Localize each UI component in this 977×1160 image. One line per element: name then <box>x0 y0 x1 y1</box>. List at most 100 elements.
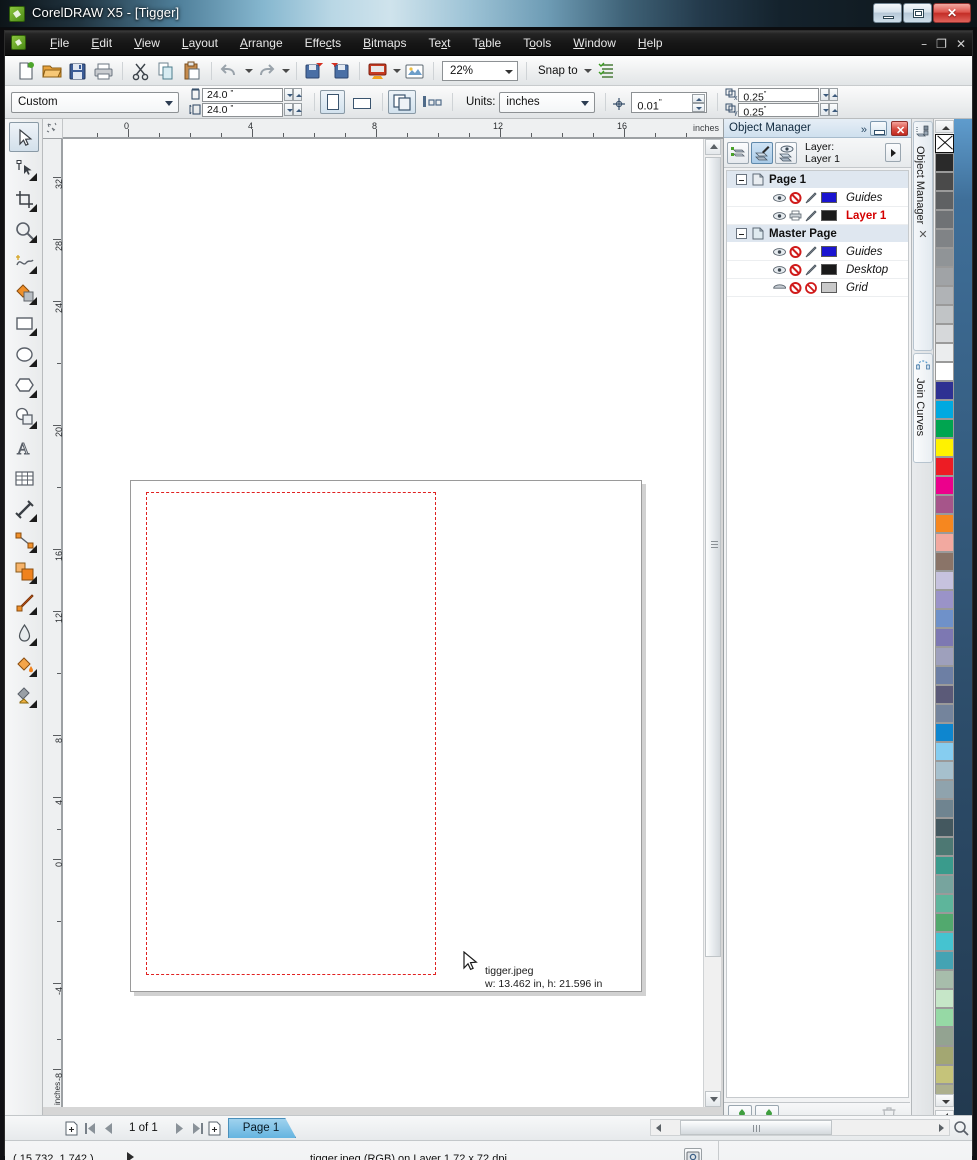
horizontal-scroll-thumb[interactable] <box>680 1120 832 1135</box>
snap-to-label[interactable]: Snap to <box>538 65 578 77</box>
mdi-minimize-button[interactable]: – <box>921 37 927 51</box>
layer-manager-view-button[interactable] <box>775 141 797 164</box>
palette-swatch[interactable] <box>935 438 954 457</box>
palette-swatch[interactable] <box>935 1027 954 1046</box>
table-tool[interactable] <box>9 463 39 493</box>
all-pages-icon[interactable] <box>388 90 416 114</box>
corel-connect-icon[interactable] <box>402 59 428 83</box>
zoom-level-combo[interactable]: 22% <box>442 60 518 81</box>
undo-icon[interactable] <box>217 59 243 83</box>
show-object-properties-button[interactable] <box>727 141 749 164</box>
window-minimize-button[interactable] <box>873 3 902 23</box>
vertical-scroll-thumb[interactable] <box>705 157 721 957</box>
pencil-icon[interactable] <box>805 191 817 204</box>
palette-swatch[interactable] <box>935 419 954 438</box>
palette-swatch[interactable] <box>935 1008 954 1027</box>
side-tab-object-manager[interactable]: Object Manager ✕ <box>913 121 933 351</box>
palette-swatch[interactable] <box>935 381 954 400</box>
add-page-before-icon[interactable] <box>63 1119 81 1137</box>
units-dropdown-arrow[interactable] <box>581 100 590 106</box>
save-icon[interactable] <box>65 59 91 83</box>
menu-layout[interactable]: Layout <box>171 31 229 56</box>
palette-swatch[interactable] <box>935 476 954 495</box>
ellipse-tool[interactable] <box>9 339 39 369</box>
canvas-vertical-scrollbar[interactable] <box>703 139 721 1107</box>
hscroll-left-arrow[interactable] <box>651 1120 666 1135</box>
freehand-tool[interactable] <box>9 246 39 276</box>
tree-item-page1-layer1[interactable]: Layer 1 <box>727 207 908 225</box>
palette-swatch[interactable] <box>935 970 954 989</box>
color-eyedropper-tool[interactable] <box>9 587 39 617</box>
palette-swatch[interactable] <box>935 932 954 951</box>
palette-swatch[interactable] <box>935 647 954 666</box>
mdi-close-button[interactable]: ✕ <box>956 37 966 51</box>
palette-swatch[interactable] <box>935 229 954 248</box>
interactive-fill-tool[interactable] <box>9 680 39 710</box>
add-page-after-icon[interactable] <box>206 1119 224 1137</box>
palette-swatch[interactable] <box>935 286 954 305</box>
units-combo[interactable]: inches <box>499 91 596 113</box>
palette-swatch[interactable] <box>935 495 954 514</box>
eye-closed-icon[interactable] <box>773 283 787 293</box>
application-launcher-icon[interactable] <box>365 59 391 83</box>
none-swatch[interactable] <box>935 134 954 153</box>
palette-swatch[interactable] <box>935 951 954 970</box>
page-height-spinner[interactable] <box>284 103 302 116</box>
side-tab-close-icon[interactable]: ✕ <box>914 228 932 244</box>
import-icon[interactable] <box>302 59 328 83</box>
menu-bitmaps[interactable]: Bitmaps <box>352 31 417 56</box>
menu-tools[interactable]: Tools <box>512 31 562 56</box>
eye-icon[interactable] <box>773 193 786 203</box>
palette-swatch[interactable] <box>935 172 954 191</box>
palette-swatch[interactable] <box>935 1065 954 1084</box>
redo-dropdown-arrow[interactable] <box>280 59 291 83</box>
scroll-up-arrow[interactable] <box>705 139 721 155</box>
export-icon[interactable] <box>328 59 354 83</box>
eye-icon[interactable] <box>773 265 786 275</box>
edit-across-layers-button[interactable] <box>751 141 773 164</box>
menu-text[interactable]: Text <box>417 31 461 56</box>
no-edit-icon[interactable] <box>805 281 817 294</box>
palette-swatch[interactable] <box>935 666 954 685</box>
object-manager-tree[interactable]: Page 1 Guides Layer 1 Master Page Guides… <box>726 170 909 1098</box>
nudge-spinner[interactable] <box>692 93 706 112</box>
menu-table[interactable]: Table <box>462 31 513 56</box>
snap-indicator-icon[interactable] <box>684 1148 702 1160</box>
menu-view[interactable]: View <box>123 31 171 56</box>
document-icon[interactable] <box>11 35 26 50</box>
layer-color-swatch[interactable] <box>821 246 837 257</box>
status-expand-arrow[interactable] <box>127 1152 134 1160</box>
duplicate-y-input[interactable]: 0.25" <box>738 102 820 118</box>
menu-arrange[interactable]: Arrange <box>229 31 294 56</box>
side-tab-join-curves[interactable]: Join Curves <box>913 353 933 463</box>
landscape-icon[interactable] <box>349 90 374 114</box>
palette-swatch[interactable] <box>935 1046 954 1065</box>
palette-swatch[interactable] <box>935 362 954 381</box>
page-width-input[interactable]: 24.0 " <box>202 87 283 102</box>
layer-color-swatch[interactable] <box>821 192 837 203</box>
vertical-ruler[interactable]: 32 28 24 20 16 12 8 4 0 -4 -8 inches <box>43 139 63 1107</box>
palette-swatch[interactable] <box>935 609 954 628</box>
next-page-icon[interactable] <box>170 1119 188 1137</box>
palette-swatch[interactable] <box>935 780 954 799</box>
docker-chevron-icon[interactable]: » <box>861 121 867 139</box>
palette-swatch[interactable] <box>935 837 954 856</box>
palette-swatch[interactable] <box>935 723 954 742</box>
basic-shapes-tool[interactable] <box>9 401 39 431</box>
pick-tool[interactable] <box>8 122 39 152</box>
hscroll-right-arrow[interactable] <box>934 1120 949 1135</box>
smart-fill-tool[interactable] <box>9 277 39 307</box>
options-icon[interactable] <box>595 59 621 83</box>
palette-swatch[interactable] <box>935 400 954 419</box>
palette-swatch[interactable] <box>935 894 954 913</box>
palette-swatch[interactable] <box>935 267 954 286</box>
polygon-tool[interactable] <box>9 370 39 400</box>
rectangle-tool[interactable] <box>9 308 39 338</box>
print-icon[interactable] <box>91 59 117 83</box>
snap-to-dropdown-arrow[interactable] <box>582 59 593 83</box>
cut-icon[interactable] <box>128 59 154 83</box>
copy-icon[interactable] <box>154 59 180 83</box>
palette-swatch[interactable] <box>935 856 954 875</box>
nudge-offset-input[interactable]: 0.01" <box>631 91 708 113</box>
paper-type-dropdown-arrow[interactable] <box>165 100 173 106</box>
